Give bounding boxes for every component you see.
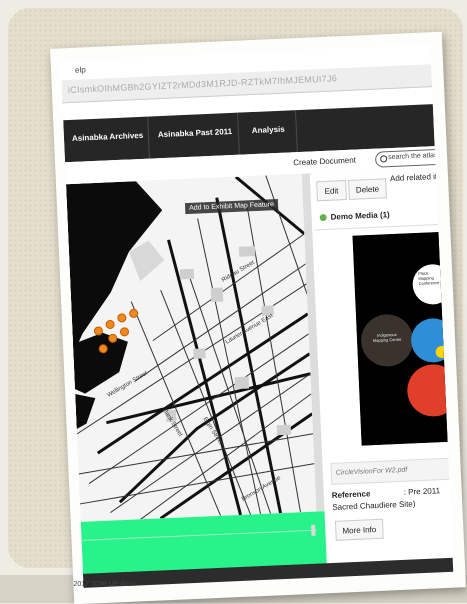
- divider: [314, 224, 439, 231]
- nav-item-asinabka-past[interactable]: Asinabka Past 2011: [158, 127, 233, 139]
- media-thumbnail[interactable]: Place Mapping Conference Indigenous Mapp…: [352, 231, 452, 446]
- window-title: elp: [74, 65, 86, 75]
- edit-button[interactable]: Edit: [316, 180, 347, 202]
- thumbnail-heading: Place Mapping Conference: [418, 270, 440, 286]
- location-marker: [93, 326, 103, 336]
- more-info-button[interactable]: More Info: [334, 518, 384, 541]
- file-name: CircleVisionFor W2.pdf: [335, 466, 408, 477]
- reference-label: Reference: [331, 489, 371, 500]
- file-name-field[interactable]: CircleVisionFor W2.pdf: [330, 457, 452, 485]
- location-marker: [119, 327, 129, 337]
- nav-divider: [237, 112, 240, 155]
- section-title: Demo Media (1): [330, 210, 390, 222]
- nav-item-asinabka-archives[interactable]: Asinabka Archives: [72, 131, 144, 143]
- create-document-link[interactable]: Create Document: [293, 156, 356, 168]
- search-placeholder: search the atlas: [387, 152, 438, 162]
- delete-button[interactable]: Delete: [348, 178, 387, 200]
- map-view[interactable]: Add to Exhibit Map Feature Rideau Street…: [65, 173, 317, 522]
- nav-item-analysis[interactable]: Analysis: [252, 125, 285, 135]
- browser-screen: elp iCIsmkOIhMGBh2GYIZT2rMDd3M1RJD-RZTkM…: [60, 44, 454, 588]
- item-detail-panel: Edit Delete Add related item Demo Media …: [311, 168, 454, 574]
- collapse-dot-icon: [319, 213, 327, 222]
- location-marker: [98, 344, 108, 354]
- location-marker: [117, 313, 127, 323]
- reference-value: : Pre 2011: [403, 486, 441, 497]
- location-marker: [108, 333, 118, 343]
- location-marker: [129, 308, 139, 318]
- taskbar-file-label[interactable]: 2017 JOIR UE.docx: [73, 581, 135, 588]
- add-related-button[interactable]: Add related item: [390, 172, 449, 184]
- reference-value-continued: Sacred Chaudiere Site): [332, 499, 416, 512]
- url-text: iCIsmkOIhMGBh2GYIZT2rMDd3M1RJD-RZTkM7IhM…: [67, 73, 338, 96]
- nav-divider: [147, 116, 150, 159]
- screenshot-photo: elp iCIsmkOIhMGBh2GYIZT2rMDd3M1RJD-RZTkM…: [50, 31, 466, 604]
- thumbnail-circle-label: Indigenous Mapping Centre: [372, 331, 402, 344]
- search-input[interactable]: search the atlas: [374, 148, 454, 168]
- section-header[interactable]: Demo Media (1): [319, 210, 390, 222]
- url-bar[interactable]: iCIsmkOIhMGBh2GYIZT2rMDd3M1RJD-RZTkM7IhM…: [61, 64, 433, 104]
- search-icon: [380, 155, 388, 163]
- location-marker: [105, 319, 115, 329]
- map-canvas: [65, 173, 317, 522]
- timeline-handle[interactable]: [311, 524, 316, 536]
- nav-divider: [294, 110, 298, 153]
